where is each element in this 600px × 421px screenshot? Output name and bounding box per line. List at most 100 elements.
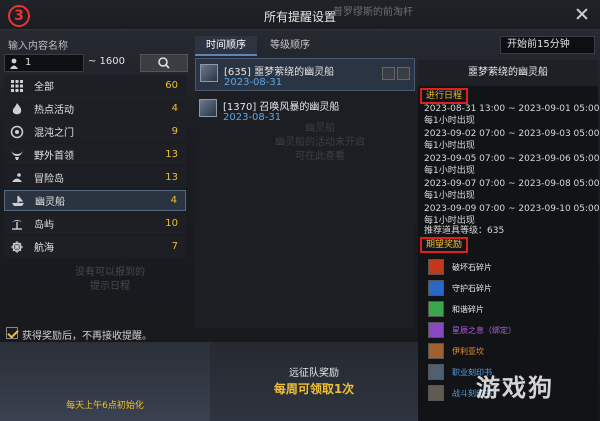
detail-panel: 噩梦萦绕的幽灵船 进行日程 2023-08-31 13:00 ~ 2023-09…	[418, 60, 600, 421]
no-remind-checkbox[interactable]	[6, 327, 18, 339]
category-label: 航海	[34, 243, 54, 254]
schedule-range: 2023-09-09 07:00 ~ 2023-09-10 05:00	[424, 204, 600, 214]
reward-icon	[428, 259, 444, 275]
chaos-gate-icon	[10, 125, 24, 139]
category-item[interactable]: 热点活动 4	[4, 98, 186, 119]
fire-icon	[10, 102, 24, 116]
person-icon	[10, 58, 18, 69]
reward-label: 期望奖励	[420, 237, 469, 253]
category-label: 岛屿	[34, 220, 54, 231]
ghost-ship-icon	[11, 194, 25, 208]
step-badge: 3	[8, 5, 30, 27]
schedule-note: 每1小时出现	[424, 116, 475, 126]
watermark: 游戏狗	[476, 374, 554, 402]
schedule-label: 进行日程	[420, 88, 469, 104]
list-item[interactable]: [635] 噩梦萦绕的幽灵船 2023-08-31	[195, 58, 415, 91]
category-item[interactable]: 冒险岛 13	[4, 167, 186, 188]
schedule-range: 2023-09-07 07:00 ~ 2023-09-08 05:00	[424, 179, 600, 189]
category-label: 冒险岛	[34, 174, 64, 185]
reward-name: 星辰之息（绑定）	[452, 326, 516, 335]
daily-reset-panel: 每天上午6点初始化	[0, 342, 210, 421]
schedule-range: 2023-09-02 07:00 ~ 2023-09-03 05:00	[424, 129, 600, 139]
palm-island-icon	[10, 217, 24, 231]
reward-item[interactable]: 守护石碎片	[424, 279, 594, 299]
category-item[interactable]: 岛屿 10	[4, 213, 186, 234]
schedule-range: 2023-09-05 07:00 ~ 2023-09-06 05:00	[424, 154, 600, 164]
category-count: 7	[171, 241, 178, 252]
reward-icon	[428, 385, 444, 401]
category-label: 野外首领	[34, 151, 74, 162]
category-label: 热点活动	[34, 105, 74, 116]
category-item[interactable]: 全部 60	[4, 75, 186, 96]
reward-name: 守护石碎片	[452, 284, 492, 293]
event-name: [635] 噩梦萦绕的幽灵船	[224, 67, 335, 78]
title-bar: 普罗缪斯的前淘杆 所有提醒设置	[0, 0, 600, 30]
expedition-title: 远征队奖励	[289, 368, 339, 379]
reward-name: 伊利亚坎	[452, 347, 484, 356]
category-count: 13	[165, 172, 178, 183]
min-level-value: 1	[25, 57, 32, 68]
category-item[interactable]: 航海 7	[4, 236, 186, 257]
window-title: 所有提醒设置	[263, 10, 336, 24]
event-name: [1370] 召唤风暴的幽灵船	[223, 102, 340, 113]
detail-title: 噩梦萦绕的幽灵船	[418, 60, 598, 86]
search-button[interactable]	[140, 54, 188, 72]
required-level: 推荐道具等级：635	[424, 226, 505, 236]
ghost-ship-thumbnail	[200, 64, 218, 82]
ghost-text: 幽灵船 幽灵船的活动未开启 可在此查看	[275, 123, 365, 162]
reward-icon	[428, 343, 444, 359]
reward-icon	[428, 301, 444, 317]
empty-hint: 没有可以报到的 提示日程	[40, 266, 180, 294]
schedule-note: 每1小时出现	[424, 166, 475, 176]
bottom-banner: 每天上午6点初始化 远征队奖励 每周可领取1次	[0, 342, 418, 421]
category-item[interactable]: 野外首领 13	[4, 144, 186, 165]
bell-icon[interactable]	[397, 67, 410, 80]
category-item[interactable]: 混沌之门 9	[4, 121, 186, 142]
schedule-range: 2023-08-31 13:00 ~ 2023-09-01 05:00	[424, 104, 600, 114]
tab-time-order[interactable]: 时间顺序	[195, 36, 257, 56]
reward-item[interactable]: 破坏石碎片	[424, 258, 594, 278]
pin-icon[interactable]	[382, 67, 395, 80]
category-count: 4	[170, 195, 177, 206]
category-panel: 输入内容名称 1 ~ 1600 全部 60 热点活动 4 混沌之门 9 野外首领 13 冒险岛 1…	[0, 30, 190, 330]
category-item[interactable]: 幽灵船 4	[4, 190, 186, 211]
category-count: 4	[171, 103, 178, 114]
category-list: 全部 60 热点活动 4 混沌之门 9 野外首领 13 冒险岛 13 幽灵船 4 岛屿 10 航海 7	[4, 75, 186, 259]
category-label: 幽灵船	[35, 197, 65, 208]
reward-item[interactable]: 伊利亚坎	[424, 342, 594, 362]
reward-icon	[428, 280, 444, 296]
ghost-ship-thumbnail	[199, 99, 217, 117]
reset-text: 每天上午6点初始化	[66, 401, 144, 411]
expedition-reward-panel[interactable]: 远征队奖励 每周可领取1次	[210, 342, 418, 421]
reward-item[interactable]: 和谐碎片	[424, 300, 594, 320]
category-count: 10	[165, 218, 178, 229]
min-level-input[interactable]: 1	[4, 54, 84, 72]
close-icon[interactable]	[574, 6, 590, 22]
category-count: 13	[165, 149, 178, 160]
island-map-icon	[10, 171, 24, 185]
remind-time-select[interactable]: 开始前15分钟	[500, 36, 595, 54]
category-label: 混沌之门	[34, 128, 74, 139]
no-remind-label: 获得奖励后，不再接收提醒。	[22, 331, 152, 342]
schedule-note: 每1小时出现	[424, 191, 475, 201]
input-label: 输入内容名称	[8, 41, 68, 52]
category-label: 全部	[34, 82, 54, 93]
boss-horns-icon	[10, 148, 24, 162]
empty-hint-text: 没有可以报到的 提示日程	[75, 267, 145, 292]
category-count: 9	[171, 126, 178, 137]
reward-name: 和谐碎片	[452, 305, 484, 314]
category-count: 60	[165, 80, 178, 91]
reward-name: 破坏石碎片	[452, 263, 492, 272]
tab-level-order[interactable]: 等级顺序	[259, 36, 321, 56]
reward-icon	[428, 364, 444, 380]
reward-item[interactable]: 星辰之息（绑定）	[424, 321, 594, 341]
schedule-note: 每1小时出现	[424, 141, 475, 151]
event-list: [635] 噩梦萦绕的幽灵船 2023-08-31 [1370] 召唤风暴的幽灵…	[195, 58, 415, 328]
search-icon	[158, 57, 170, 69]
reward-icon	[428, 322, 444, 338]
ship-wheel-icon	[10, 240, 24, 254]
event-date: 2023-08-31	[224, 77, 283, 88]
expedition-sub: 每周可领取1次	[273, 382, 355, 396]
max-level-value[interactable]: ~ 1600	[88, 56, 125, 67]
grid-icon	[10, 79, 24, 93]
